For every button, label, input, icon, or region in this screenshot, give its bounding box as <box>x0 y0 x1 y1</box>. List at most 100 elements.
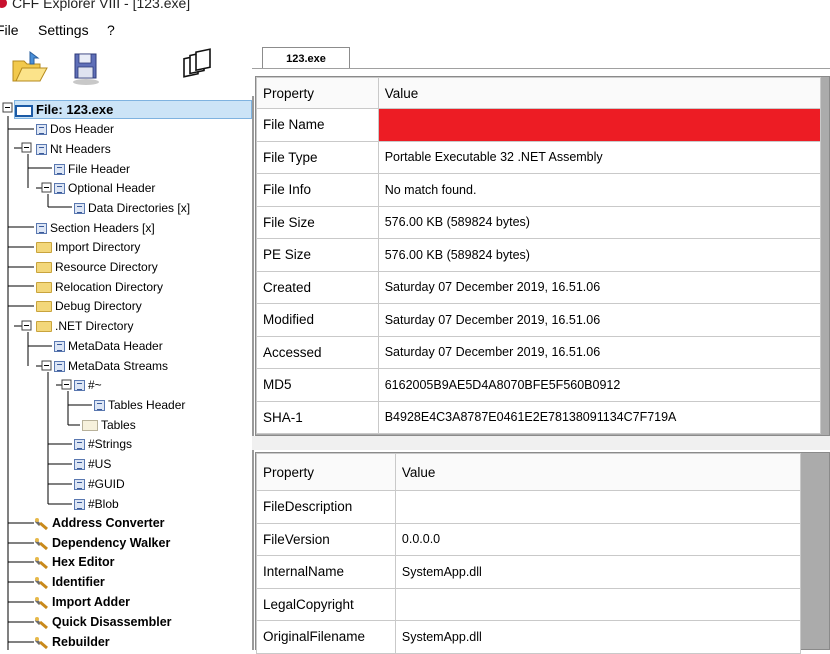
column-header-property[interactable]: Property <box>256 453 396 491</box>
table-row[interactable]: Created Saturday 07 December 2019, 16.51.… <box>256 270 822 304</box>
tree-item[interactable]: File: 123.exe <box>14 100 252 119</box>
version-info-grid[interactable]: Property Value FileDescription FileVersio… <box>255 452 830 654</box>
tool-icon <box>34 556 49 570</box>
table-row[interactable]: FileDescription <box>256 490 802 524</box>
tree-item[interactable]: MetaData Streams <box>54 357 168 376</box>
tree-item[interactable]: Debug Directory <box>36 297 142 316</box>
tree-item[interactable]: MetaData Header <box>54 337 163 356</box>
toolbar <box>0 48 250 92</box>
doc-icon <box>74 439 85 451</box>
table-row[interactable]: File Size 576.00 KB (589824 bytes) <box>256 205 822 239</box>
tree-item-label: #~ <box>88 378 102 392</box>
tree-item[interactable]: #Blob <box>74 495 119 514</box>
tree-item-label: MetaData Header <box>68 339 163 353</box>
table-row[interactable]: File Type Portable Executable 32 .NET Ass… <box>256 140 822 174</box>
property-cell: PE Size <box>256 238 379 272</box>
tree-item[interactable]: File Header <box>54 160 130 179</box>
tree-item[interactable]: Optional Header <box>54 179 155 198</box>
table-row[interactable]: File Info No match found. <box>256 173 822 207</box>
tree-item-label: MetaData Streams <box>68 359 169 373</box>
tree-item[interactable]: Data Directories [x] <box>74 199 190 218</box>
tree-item-label: File: 123.exe <box>36 102 114 117</box>
tree-item[interactable]: Nt Headers <box>36 140 111 159</box>
tree-item-label: Import Adder <box>52 595 131 609</box>
version-info-table: Property Value FileDescription FileVersio… <box>256 453 802 654</box>
doc-icon <box>54 183 65 195</box>
tree-item[interactable]: Identifier <box>34 573 105 592</box>
property-cell: FileVersion <box>256 522 396 556</box>
tree-item-label: Debug Directory <box>55 299 142 313</box>
tree-item[interactable]: Resource Directory <box>36 258 158 277</box>
tree-item[interactable]: Section Headers [x] <box>36 219 155 238</box>
property-cell: File Name <box>256 108 379 142</box>
tree-item[interactable]: Tables <box>82 416 136 435</box>
tree-item-label: Dependency Walker <box>52 536 171 550</box>
folder-icon <box>36 242 52 254</box>
table-row[interactable]: SHA-1 B4928E4C3A8787E0461E2E78138091134C7… <box>256 400 822 434</box>
open-file-button[interactable] <box>10 48 50 88</box>
open-folder-icon <box>12 51 48 82</box>
tree-item-label: Import Directory <box>55 240 141 254</box>
tree-item[interactable]: Hex Editor <box>34 553 115 572</box>
value-cell: No match found. <box>377 173 822 207</box>
splitter[interactable] <box>252 436 830 450</box>
tree-panel[interactable]: File: 123.exe Dos Header Nt Headers File He… <box>0 96 254 650</box>
doc-icon <box>74 203 85 215</box>
column-header-property[interactable]: Property <box>256 77 379 109</box>
tree-item-label: Identifier <box>52 575 105 589</box>
tree-item[interactable]: #Strings <box>74 435 132 454</box>
value-cell <box>394 490 802 524</box>
table-row[interactable]: MD5 6162005B9AE5D4A8070BFE5F560B0912 <box>256 368 822 402</box>
doc-icon <box>54 361 65 373</box>
tree-item[interactable]: Import Directory <box>36 238 140 257</box>
table-row[interactable]: LegalCopyright <box>256 587 802 621</box>
file-properties-grid[interactable]: Property Value File Name File Type Portabl… <box>255 76 830 436</box>
table-row[interactable]: OriginalFilename SystemApp.dll <box>256 620 802 654</box>
column-header-value[interactable]: Value <box>377 77 822 109</box>
tree-item[interactable]: #~ <box>74 376 102 395</box>
tree-item[interactable]: Tables Header <box>94 396 185 415</box>
tab-123-exe[interactable]: 123.exe <box>262 47 350 69</box>
property-cell: Created <box>256 270 379 304</box>
table-row[interactable]: File Name <box>256 108 822 142</box>
tree-item-label: File Header <box>68 162 131 176</box>
menu-settings[interactable]: Settings <box>38 22 89 38</box>
value-cell: Saturday 07 December 2019, 16.51.06 <box>377 270 822 304</box>
value-cell: 0.0.0.0 <box>394 522 802 556</box>
tree-item[interactable]: Quick Disassembler <box>34 613 172 632</box>
menu-help[interactable]: ? <box>107 22 115 38</box>
table-row[interactable]: Modified Saturday 07 December 2019, 16.51… <box>256 303 822 337</box>
tree-item[interactable]: #US <box>74 455 111 474</box>
table-row[interactable]: Accessed Saturday 07 December 2019, 16.51… <box>256 335 822 369</box>
tree-item[interactable]: #GUID <box>74 475 125 494</box>
tree-item[interactable]: Rebuilder <box>34 633 110 650</box>
tree-item[interactable]: Dependency Walker <box>34 534 170 553</box>
tree-item[interactable]: .NET Directory <box>36 317 133 336</box>
value-cell <box>394 587 802 621</box>
menu-file[interactable]: File <box>0 22 19 38</box>
table-row[interactable]: PE Size 576.00 KB (589824 bytes) <box>256 238 822 272</box>
property-cell: MD5 <box>256 368 379 402</box>
windows-button[interactable] <box>178 48 218 88</box>
folder-icon <box>36 321 52 333</box>
save-file-button[interactable] <box>66 48 106 88</box>
tree-item-label: Quick Disassembler <box>52 615 172 629</box>
app-icon <box>0 0 7 8</box>
value-cell: 576.00 KB (589824 bytes) <box>377 205 822 239</box>
tree-item-label: Resource Directory <box>55 260 158 274</box>
tree-item[interactable]: Dos Header <box>36 120 114 139</box>
tree-item-label: Data Directories [x] <box>88 201 191 215</box>
tree-item[interactable]: Import Adder <box>34 593 130 612</box>
table-row[interactable]: InternalName SystemApp.dll <box>256 555 802 589</box>
column-header-value[interactable]: Value <box>394 453 802 491</box>
property-cell: OriginalFilename <box>256 620 396 654</box>
property-cell: LegalCopyright <box>256 587 396 621</box>
file-properties-table: Property Value File Name File Type Portabl… <box>256 77 822 434</box>
value-cell: 576.00 KB (589824 bytes) <box>377 238 822 272</box>
tree-item[interactable]: Relocation Directory <box>36 278 163 297</box>
table-row[interactable]: FileVersion 0.0.0.0 <box>256 522 802 556</box>
folder-icon <box>36 301 52 313</box>
save-icon <box>73 53 99 85</box>
tool-icon <box>34 616 49 630</box>
tree-item[interactable]: Address Converter <box>34 514 165 533</box>
